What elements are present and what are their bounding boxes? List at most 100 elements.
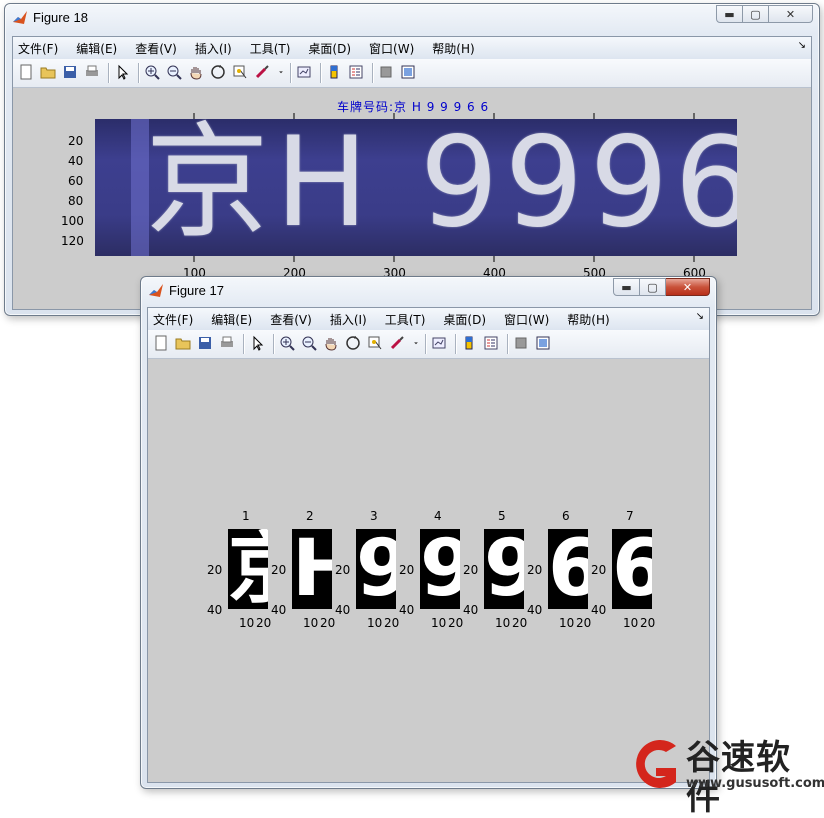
menu-tools[interactable]: 工具(T) (385, 311, 426, 328)
subplot-index-label: 6 (562, 509, 570, 523)
save-icon (199, 337, 211, 349)
menu-file[interactable]: 文件(F) (153, 311, 193, 328)
brush-button[interactable] (389, 335, 405, 351)
minimize-button[interactable]: ▬ (613, 278, 640, 296)
character-segment-image: H (292, 529, 332, 609)
toolbar-separator (290, 63, 292, 83)
colorbar-button[interactable] (461, 335, 477, 351)
link-plot-button[interactable] (296, 64, 312, 80)
colorbar-icon (330, 65, 338, 79)
open-folder-button[interactable] (40, 64, 56, 80)
rotate-3d-button[interactable] (345, 335, 361, 351)
brush-button[interactable] (254, 64, 270, 80)
dropdown-arrow-button[interactable] (276, 64, 286, 80)
title-bar[interactable]: Figure 17 ▬ ▢ ✕ (141, 277, 716, 305)
menu-view[interactable]: 查看(V) (270, 311, 312, 328)
ytick-label: 20 (68, 134, 84, 148)
save-button[interactable] (62, 64, 78, 80)
menu-overflow-icon[interactable]: ↘ (696, 311, 704, 322)
link-plot-icon (297, 66, 311, 78)
menu-overflow-icon[interactable]: ↘ (798, 40, 806, 51)
ytick-label: 100 (61, 214, 84, 228)
ytick-label: 20 (463, 563, 479, 577)
zoom-in-button[interactable] (279, 335, 295, 351)
matlab-icon (149, 284, 163, 297)
new-file-button[interactable] (18, 64, 34, 80)
new-file-button[interactable] (153, 335, 169, 351)
ytick-label: 120 (61, 234, 84, 248)
maximize-icon: ▢ (647, 280, 658, 294)
character-segment-image: 9 (484, 529, 524, 609)
show-plot-tools-icon (536, 336, 550, 350)
zoom-out-icon (302, 336, 317, 351)
hide-plot-tools-icon (380, 66, 392, 78)
open-folder-button[interactable] (175, 335, 191, 351)
maximize-button[interactable]: ▢ (640, 278, 666, 296)
menu-desktop[interactable]: 桌面(D) (443, 311, 486, 328)
maximize-button[interactable]: ▢ (743, 5, 769, 23)
pan-hand-button[interactable] (188, 64, 204, 80)
pan-hand-button[interactable] (323, 335, 339, 351)
menu-view[interactable]: 查看(V) (135, 40, 177, 57)
open-folder-icon (40, 67, 56, 79)
ytick-label: 40 (399, 603, 415, 617)
menu-insert[interactable]: 插入(I) (195, 40, 232, 57)
toolbar-separator (320, 63, 322, 83)
hide-plot-tools-icon (515, 337, 527, 349)
print-icon (86, 65, 98, 76)
rotate-3d-button[interactable] (210, 64, 226, 80)
hide-plot-tools-button[interactable] (513, 335, 529, 351)
close-icon: ✕ (682, 280, 693, 294)
figure-client-area: 文件(F) 编辑(E) 查看(V) 插入(I) 工具(T) 桌面(D) 窗口(W… (12, 36, 812, 310)
menu-window[interactable]: 窗口(W) (369, 40, 414, 57)
zoom-out-button[interactable] (166, 64, 182, 80)
toolbar-separator (138, 63, 140, 83)
matlab-icon (13, 11, 27, 24)
title-bar[interactable]: Figure 18 ▬ ▢ ✕ (5, 4, 819, 32)
close-button[interactable]: ✕ (666, 278, 710, 296)
menu-help[interactable]: 帮助(H) (567, 311, 609, 328)
show-plot-tools-button[interactable] (400, 64, 416, 80)
ytick-label: 20 (591, 563, 607, 577)
xtick-label: 20 (512, 616, 528, 630)
link-plot-button[interactable] (431, 335, 447, 351)
ytick-label: 40 (207, 603, 223, 617)
dropdown-arrow-button[interactable] (411, 335, 421, 351)
legend-button[interactable] (348, 64, 364, 80)
zoom-in-button[interactable] (144, 64, 160, 80)
data-cursor-button[interactable] (367, 335, 383, 351)
save-button[interactable] (197, 335, 213, 351)
menu-edit[interactable]: 编辑(E) (211, 311, 252, 328)
menu-help[interactable]: 帮助(H) (432, 40, 474, 57)
xtick-label: 10 (367, 616, 383, 630)
ytick-label: 40 (271, 603, 287, 617)
hide-plot-tools-button[interactable] (378, 64, 394, 80)
menu-file[interactable]: 文件(F) (18, 40, 58, 57)
axes-ticks (193, 113, 695, 262)
new-file-icon (155, 335, 167, 351)
print-button[interactable] (84, 64, 100, 80)
xtick-label: 10 (495, 616, 511, 630)
menu-tools[interactable]: 工具(T) (250, 40, 291, 57)
menu-desktop[interactable]: 桌面(D) (308, 40, 351, 57)
pointer-button[interactable] (114, 64, 130, 80)
print-button[interactable] (219, 335, 235, 351)
ytick-label: 40 (591, 603, 607, 617)
xtick-label: 20 (576, 616, 592, 630)
zoom-out-button[interactable] (301, 335, 317, 351)
colorbar-button[interactable] (326, 64, 342, 80)
toolbar-separator (372, 63, 374, 83)
legend-button[interactable] (483, 335, 499, 351)
zoom-in-icon (280, 336, 295, 351)
menu-window[interactable]: 窗口(W) (504, 311, 549, 328)
pointer-button[interactable] (249, 335, 265, 351)
print-icon (221, 336, 233, 347)
pan-hand-icon (190, 67, 202, 80)
data-cursor-button[interactable] (232, 64, 248, 80)
close-button[interactable]: ✕ (769, 5, 813, 23)
menu-edit[interactable]: 编辑(E) (76, 40, 117, 57)
menu-insert[interactable]: 插入(I) (330, 311, 367, 328)
minimize-button[interactable]: ▬ (716, 5, 743, 23)
show-plot-tools-button[interactable] (535, 335, 551, 351)
gusu-logo-icon (636, 740, 676, 788)
